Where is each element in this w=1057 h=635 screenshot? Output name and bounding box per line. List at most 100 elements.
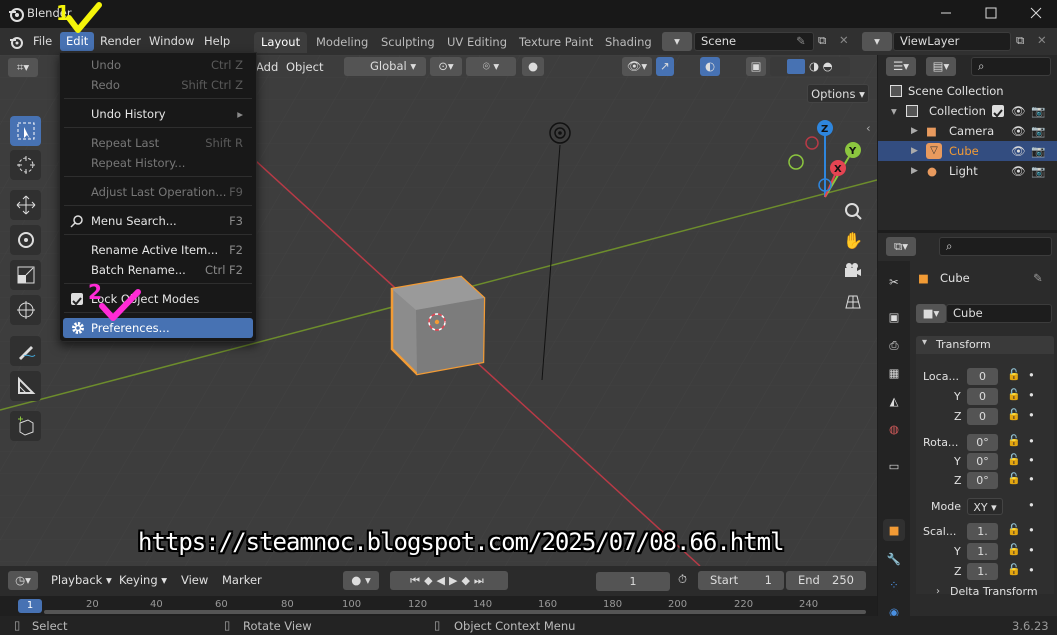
lock-icon[interactable]: 🔓 <box>1007 472 1021 485</box>
output-tab-icon[interactable]: ⎙ <box>883 334 905 356</box>
rotation-x-field[interactable]: 0° <box>967 434 998 451</box>
pivot-dropdown[interactable]: ⊙▾ <box>430 57 462 76</box>
expand-arrow-icon[interactable]: ▾ <box>891 101 897 121</box>
end-frame-field[interactable]: End 250 <box>786 571 866 590</box>
marker-menu[interactable]: Marker <box>222 573 262 587</box>
keyframe-dot-icon[interactable]: • <box>1028 408 1035 422</box>
viewport-object-menu[interactable]: Object <box>286 60 323 74</box>
timeline-ruler[interactable]: 1 20 40 60 80 100 120 140 160 180 200 22… <box>0 596 877 616</box>
camera-render-icon[interactable]: 📷 <box>1031 101 1045 121</box>
timeline-editor-type-button[interactable]: ◷▾ <box>8 571 38 590</box>
lock-icon[interactable]: 🔓 <box>1007 523 1021 536</box>
cube-object[interactable] <box>390 275 486 376</box>
minimize-icon[interactable] <box>937 4 955 22</box>
pin-icon[interactable]: ✎ <box>796 34 806 48</box>
options-dropdown[interactable]: Options ▾ <box>807 84 869 103</box>
new-scene-icon[interactable]: ⧉ <box>818 33 826 48</box>
playhead[interactable]: 1 <box>18 599 42 613</box>
outliner-item-cube[interactable]: ▶ ▽ Cube 👁 📷 <box>878 141 1057 161</box>
keyframe-dot-icon[interactable]: • <box>1028 472 1035 486</box>
menu-item-menu-search[interactable]: Menu Search... F3 <box>63 211 253 231</box>
eye-icon[interactable]: 👁 <box>1011 121 1026 141</box>
outliner-item-light[interactable]: ▶ ● Light 👁 📷 <box>878 161 1057 181</box>
modifier-tab-icon[interactable]: 🔧 <box>883 548 905 570</box>
remove-scene-icon[interactable]: ✕ <box>839 33 849 47</box>
overlay-toggle[interactable]: ◐ <box>700 57 720 76</box>
rotate-tool[interactable] <box>10 225 41 255</box>
properties-search-input[interactable]: ⌕ <box>939 237 1052 256</box>
scene-tab-icon[interactable]: ◭ <box>883 390 905 412</box>
remove-viewlayer-icon[interactable]: ✕ <box>1037 33 1047 47</box>
keyframe-dot-icon[interactable]: • <box>1028 523 1035 537</box>
object-name-field[interactable]: Cube <box>946 304 1052 323</box>
shading-mode-group[interactable]: ◑ ◓ <box>770 57 850 76</box>
scale-y-field[interactable]: 1. <box>967 543 998 560</box>
menu-window[interactable]: Window <box>143 32 200 51</box>
world-tab-icon[interactable]: ◍ <box>883 418 905 440</box>
menu-item-redo[interactable]: Redo Shift Ctrl Z <box>63 75 253 95</box>
outliner-item-camera[interactable]: ▶ ■ Camera 👁 📷 <box>878 121 1057 141</box>
object-browse-button[interactable]: ■▾ <box>916 304 946 323</box>
playback-controls[interactable]: ⏮◆◀▶◆⏭ <box>390 571 508 590</box>
checkbox-checked-icon[interactable] <box>992 105 1004 118</box>
current-frame-field[interactable]: 1 <box>596 572 670 591</box>
scene-browse-button[interactable]: ▾ <box>662 32 692 51</box>
transform-panel-header[interactable]: ▾ Transform <box>916 336 1054 354</box>
stopwatch-icon[interactable]: ⏱ <box>678 572 687 587</box>
camera-render-icon[interactable]: 📷 <box>1031 141 1045 161</box>
rotation-z-field[interactable]: 0° <box>967 472 998 489</box>
snap-dropdown[interactable]: ⌾ ▾ <box>466 57 516 76</box>
view-layer-tab-icon[interactable]: ▦ <box>883 362 905 384</box>
measure-tool[interactable] <box>10 371 41 401</box>
tab-uv-editing[interactable]: UV Editing <box>440 32 514 53</box>
lock-icon[interactable]: 🔓 <box>1007 368 1021 381</box>
outliner-search-input[interactable]: ⌕ <box>971 57 1051 76</box>
scale-z-field[interactable]: 1. <box>967 563 998 580</box>
menu-item-repeat-history[interactable]: Repeat History... <box>63 153 253 173</box>
delta-transform-subpanel[interactable]: › Delta Transform <box>916 584 1054 602</box>
timeline-scrollbar[interactable] <box>44 610 866 614</box>
playback-menu[interactable]: Playback ▾ <box>51 573 112 587</box>
outliner-scene-collection[interactable]: Scene Collection <box>878 81 1057 101</box>
orientation-dropdown[interactable]: Global ▾ <box>344 57 426 76</box>
properties-editor-type-button[interactable]: ⧉▾ <box>886 237 916 256</box>
lock-icon[interactable]: 🔓 <box>1007 563 1021 576</box>
keyframe-dot-icon[interactable]: • <box>1028 434 1035 448</box>
perspective-grid-icon[interactable] <box>843 292 863 312</box>
gizmo-toggle[interactable]: ↗ <box>656 57 674 76</box>
menu-file[interactable]: File <box>27 32 58 51</box>
keyframe-dot-icon[interactable]: • <box>1028 563 1035 577</box>
menu-item-undo[interactable]: Undo Ctrl Z <box>63 55 253 75</box>
expand-arrow-icon[interactable]: ▶ <box>911 161 918 181</box>
lock-icon[interactable]: 🔓 <box>1007 408 1021 421</box>
tool-tab-icon[interactable]: ✂ <box>883 271 905 293</box>
eye-icon[interactable]: 👁 <box>1011 161 1026 181</box>
menu-render[interactable]: Render <box>94 32 147 51</box>
lock-icon[interactable]: 🔓 <box>1007 453 1021 466</box>
menu-item-repeat-last[interactable]: Repeat Last Shift R <box>63 133 253 153</box>
render-tab-icon[interactable]: ▣ <box>883 306 905 328</box>
record-button[interactable]: ● ▾ <box>343 571 379 590</box>
blender-menu-icon[interactable] <box>8 34 24 50</box>
proportional-edit-toggle[interactable]: ● <box>522 57 544 76</box>
eye-icon[interactable]: 👁 <box>1011 101 1026 121</box>
rotation-y-field[interactable]: 0° <box>967 453 998 470</box>
expand-arrow-icon[interactable]: ▶ <box>911 121 918 141</box>
collection-tab-icon[interactable]: ▭ <box>883 455 905 477</box>
collapse-sidebar-icon[interactable]: ‹ <box>866 121 871 135</box>
viewlayer-browse-button[interactable]: ▾ <box>862 32 892 51</box>
tab-texture-paint[interactable]: Texture Paint <box>512 32 600 53</box>
outliner-editor-type-button[interactable]: ☰▾ <box>886 57 916 76</box>
location-y-field[interactable]: 0 <box>967 388 998 405</box>
pin-icon[interactable]: ✎ <box>1033 271 1043 285</box>
zoom-icon[interactable] <box>843 201 863 221</box>
menu-item-adjust-last-operation[interactable]: Adjust Last Operation... F9 <box>63 182 253 202</box>
start-frame-field[interactable]: Start 1 <box>698 571 784 590</box>
viewport-add-menu[interactable]: Add <box>256 60 278 74</box>
scale-tool[interactable] <box>10 260 41 290</box>
camera-render-icon[interactable]: 📷 <box>1031 161 1045 181</box>
menu-edit[interactable]: Edit <box>60 32 95 51</box>
tab-modeling[interactable]: Modeling <box>309 32 375 53</box>
transform-tool[interactable] <box>10 295 41 325</box>
view-menu[interactable]: View <box>181 573 208 587</box>
